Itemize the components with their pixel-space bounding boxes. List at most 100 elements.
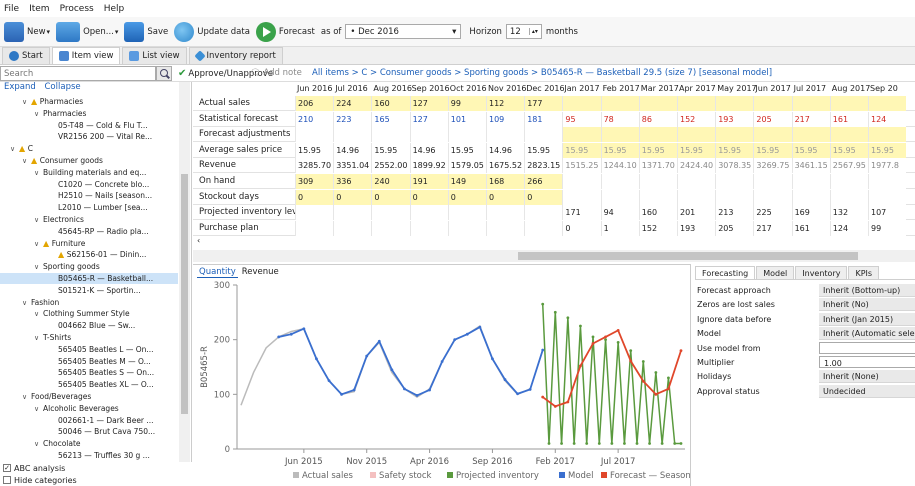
chevron-down-icon[interactable]: ∨ xyxy=(34,109,43,120)
tree-scroll-thumb[interactable] xyxy=(181,174,188,414)
grid-cell[interactable]: 15.95 xyxy=(753,142,792,158)
tab-start[interactable]: Start xyxy=(2,47,50,64)
grid-column-header[interactable]: Apr 2017 xyxy=(679,82,716,96)
grid-cell[interactable] xyxy=(409,127,448,143)
property-dropdown[interactable]: Inherit (Bottom-up) xyxy=(819,284,915,297)
menu-help[interactable]: Help xyxy=(104,4,125,14)
grid-cell[interactable] xyxy=(562,127,601,143)
tree-item[interactable]: 004662 Blue — Sw... xyxy=(0,320,178,331)
chevron-down-icon[interactable]: ∨ xyxy=(34,168,43,179)
tree-item[interactable]: ▲ S62156-01 — Dinin... xyxy=(0,249,178,260)
tree-item[interactable]: 45645-RP — Radio pla... xyxy=(0,226,178,237)
as-of-dropdown[interactable]: • Dec 2016 ▾ xyxy=(345,24,462,39)
grid-cell[interactable]: 14.96 xyxy=(333,142,372,158)
menu-item[interactable]: Item xyxy=(29,4,50,14)
grid-cell[interactable]: 15.95 xyxy=(562,142,601,158)
tab-inventory-report[interactable]: Inventory report xyxy=(188,47,283,64)
grid-cell[interactable]: 14.96 xyxy=(486,142,525,158)
grid-column-header[interactable]: Jul 2017 xyxy=(794,82,827,96)
grid-cell[interactable] xyxy=(295,127,334,143)
forecast-button[interactable]: Forecast xyxy=(255,21,315,42)
tab-inventory[interactable]: Inventory xyxy=(795,266,848,279)
grid-cell[interactable] xyxy=(677,127,716,143)
tree-category[interactable]: ∨ Fashion xyxy=(0,297,178,308)
grid-cell[interactable] xyxy=(638,127,677,143)
tree-category[interactable]: ∨ ▲ Consumer goods xyxy=(0,155,178,166)
grid-cell[interactable]: 15.95 xyxy=(638,142,677,158)
chevron-down-icon[interactable]: ∨ xyxy=(22,298,31,309)
tab-list-view[interactable]: List view xyxy=(122,47,187,64)
chevron-down-icon[interactable]: ∨ xyxy=(34,404,43,415)
tree-category[interactable]: ∨ ▲ Furniture xyxy=(0,238,178,249)
grid-column-header[interactable]: Feb 2017 xyxy=(603,82,640,96)
chart-tab-revenue[interactable]: Revenue xyxy=(240,267,281,278)
chevron-down-icon[interactable]: ∨ xyxy=(10,144,19,155)
property-dropdown[interactable]: Undecided xyxy=(819,384,915,398)
property-input[interactable]: 1.00 xyxy=(819,356,915,368)
chart-tab-quantity[interactable]: Quantity xyxy=(197,267,238,278)
tree-item[interactable]: B05465-R — Basketball... xyxy=(0,273,178,284)
tree-category[interactable]: ∨ Alcoholic Beverages xyxy=(0,403,178,414)
tree-item[interactable]: 565405 Beatles L — On... xyxy=(0,344,178,355)
grid-cell[interactable]: 15.95 xyxy=(524,142,563,158)
save-button[interactable]: Save xyxy=(124,21,168,42)
tab-forecasting[interactable]: Forecasting xyxy=(695,266,756,279)
add-note-button[interactable]: 🗨 Add note xyxy=(250,68,302,78)
collapse-link[interactable]: Collapse xyxy=(45,82,81,92)
grid-scroll-thumb[interactable] xyxy=(518,252,858,260)
tree-item[interactable]: H2510 — Nails [season... xyxy=(0,190,178,201)
menu-process[interactable]: Process xyxy=(60,4,94,14)
chevron-down-icon[interactable]: ∨ xyxy=(22,156,31,167)
hide-categories-checkbox[interactable]: Hide categories xyxy=(0,474,192,486)
grid-hscrollbar[interactable] xyxy=(193,250,915,262)
chevron-down-icon[interactable]: ∨ xyxy=(34,239,43,250)
grid-cell[interactable] xyxy=(791,127,830,143)
grid-cell[interactable] xyxy=(524,127,563,143)
tree-category[interactable]: ∨ Food/Beverages xyxy=(0,391,178,402)
grid-cell[interactable]: 15.95 xyxy=(715,142,754,158)
property-input[interactable] xyxy=(819,341,915,354)
grid-cell[interactable]: 15.95 xyxy=(791,142,830,158)
open-button[interactable]: Open... ▾ xyxy=(56,21,118,42)
property-dropdown[interactable]: Inherit (Jan 2015) xyxy=(819,312,915,326)
chevron-down-icon[interactable]: ∨ xyxy=(34,309,43,320)
grid-cell[interactable] xyxy=(753,127,792,143)
grid-column-header[interactable]: Jan 2017 xyxy=(564,82,599,96)
grid-cell[interactable]: 15.95 xyxy=(868,142,907,158)
search-input[interactable] xyxy=(0,66,156,81)
grid-column-header[interactable]: Dec 2016 xyxy=(526,82,564,96)
tree-item[interactable]: VR2156 200 — Vital Re... xyxy=(0,131,178,142)
search-icon[interactable] xyxy=(156,66,172,81)
grid-cell[interactable]: 15.95 xyxy=(371,142,410,158)
grid-cell[interactable] xyxy=(868,127,907,143)
grid-cell[interactable]: 14.96 xyxy=(409,142,448,158)
grid-cell[interactable]: 15.95 xyxy=(447,142,486,158)
grid-column-header[interactable]: Mar 2017 xyxy=(641,82,679,96)
tree-scrollbar[interactable] xyxy=(179,82,190,462)
grid-cell[interactable]: 15.95 xyxy=(295,142,334,158)
grid-column-header[interactable]: Oct 2016 xyxy=(450,82,487,96)
grid-cell[interactable] xyxy=(333,127,372,143)
tree-category[interactable]: ∨ ▲ Pharmacies xyxy=(0,96,178,107)
tree-category[interactable]: ∨ Chocolate xyxy=(0,438,178,449)
property-dropdown[interactable]: Inherit (Automatic selection) xyxy=(819,327,915,341)
new-button[interactable]: New ▾ xyxy=(4,21,50,42)
tree-category[interactable]: ∨ T-Shirts xyxy=(0,332,178,343)
tree-item[interactable]: 50046 — Brut Cava 750... xyxy=(0,426,178,437)
tree-category[interactable]: ∨ Building materials and eq... xyxy=(0,167,178,178)
chevron-down-icon[interactable]: ∨ xyxy=(34,215,43,226)
tree-item[interactable]: 05-T48 — Cold & Flu T... xyxy=(0,120,178,131)
grid-column-header[interactable]: Nov 2016 xyxy=(488,82,527,96)
grid-cell[interactable] xyxy=(447,127,486,143)
tree-item[interactable]: 565405 Beatles XL — O... xyxy=(0,379,178,390)
grid-cell[interactable]: 15.95 xyxy=(677,142,716,158)
grid-column-header[interactable]: Aug 2016 xyxy=(373,82,412,96)
abc-analysis-checkbox[interactable]: ✓ ABC analysis xyxy=(0,462,192,474)
grid-column-header[interactable]: Aug 2017 xyxy=(832,82,871,96)
chevron-down-icon[interactable]: ∨ xyxy=(34,439,43,450)
tab-item-view[interactable]: Item view xyxy=(51,47,121,64)
chevron-down-icon[interactable]: ∨ xyxy=(22,97,31,108)
tab-kpis[interactable]: KPIs xyxy=(848,266,880,279)
collapse-arrow-icon[interactable]: ‹ xyxy=(197,236,200,245)
grid-cell[interactable] xyxy=(371,127,410,143)
